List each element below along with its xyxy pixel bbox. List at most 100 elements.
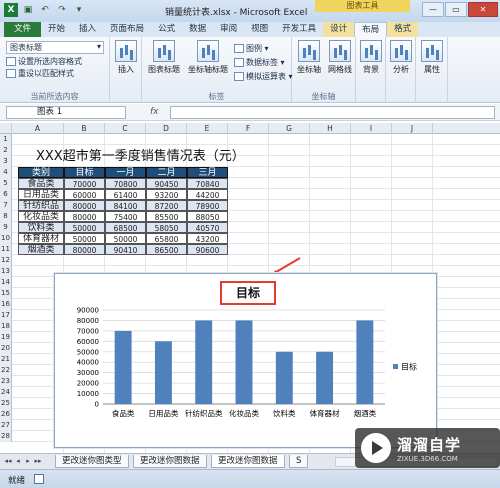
chart-title[interactable]: 目标 [220, 281, 276, 305]
y-tick-label: 50000 [77, 348, 99, 356]
formula-input[interactable] [170, 106, 495, 119]
y-tick-label: 10000 [77, 390, 99, 398]
tab-data[interactable]: 数据 [182, 22, 213, 37]
redo-icon[interactable]: ↷ [55, 3, 69, 17]
axes-group: 坐标轴 网格线 坐标轴 [292, 37, 356, 103]
legend-label: 图例 [246, 44, 262, 53]
chart-bar[interactable] [114, 330, 132, 404]
legend-label[interactable]: 目标 [401, 362, 417, 372]
gridlines-icon [329, 40, 351, 62]
tab-file[interactable]: 文件 [4, 22, 42, 37]
x-category-label: 体育器材 [310, 408, 340, 418]
y-tick-label: 30000 [77, 369, 99, 377]
axis-title-icon [197, 40, 219, 62]
chevron-down-icon: ▾ [96, 42, 101, 51]
group-label-axes: 坐标轴 [311, 92, 336, 101]
formula-bar: 图表 1 fx [0, 104, 500, 121]
bar-chart[interactable]: 0 10000 20000 30000 40000 50000 60000 70000 8000… [54, 273, 437, 448]
format-selection-label: 设置所选内容格式 [18, 57, 82, 66]
reset-style-button[interactable]: 重设以匹配样式 [6, 68, 74, 79]
tab-developer[interactable]: 开发工具 [275, 22, 323, 37]
y-tick-label: 60000 [77, 338, 99, 346]
tab-formulas[interactable]: 公式 [151, 22, 182, 37]
chart-bar[interactable] [316, 351, 334, 404]
restore-button[interactable]: ▭ [445, 2, 467, 17]
chart-bar[interactable] [154, 341, 172, 404]
next-sheet-button[interactable]: ▸ [24, 457, 32, 466]
axes-icon [298, 40, 320, 62]
insert-label: 插入 [118, 65, 134, 74]
data-labels-button[interactable]: 数据标签 ▾ [234, 57, 285, 68]
x-category-label: 化妆品类 [229, 408, 259, 418]
properties-icon [421, 40, 443, 62]
reset-style-label: 重设以匹配样式 [18, 69, 74, 78]
gridlines-button[interactable]: 网格线 [325, 40, 355, 75]
tab-design[interactable]: 设计 [323, 22, 355, 37]
y-tick-label: 40000 [77, 359, 99, 367]
data-table-label: 模拟运算表 [246, 72, 286, 81]
sheet-tab-2[interactable]: 更改迷你图数据 [133, 455, 207, 468]
data-labels-icon [234, 58, 244, 67]
tab-review[interactable]: 审阅 [213, 22, 244, 37]
current-selection-group: 图表标题 ▾ 设置所选内容格式 重设以匹配样式 当前所选内容 [0, 37, 110, 103]
background-group: 背景 [356, 37, 386, 103]
tab-format[interactable]: 格式 [387, 22, 419, 37]
format-selection-button[interactable]: 设置所选内容格式 [6, 56, 82, 67]
macro-record-icon[interactable] [34, 474, 44, 484]
analysis-button[interactable]: 分析 [389, 40, 413, 75]
tab-home[interactable]: 开始 [41, 22, 72, 37]
worksheet-grid[interactable]: ABCDEFGHIJ 1 2 3 4 5 6 7 8 9 10 11 12 13 14 15 16 17 18 19… [0, 123, 500, 453]
close-button[interactable]: ✕ [468, 2, 498, 17]
save-icon[interactable]: ▣ [21, 3, 35, 17]
legend-icon [234, 44, 244, 53]
first-sheet-button[interactable]: ◂◂ [4, 457, 12, 466]
labels-group: 图表标题 坐标轴标题 图例 ▾ 数据标签 ▾ 模拟运算表 ▾ 标签 [142, 37, 293, 103]
chart-bar[interactable] [356, 320, 374, 404]
chart-title-label: 图表标题 [148, 65, 180, 74]
prev-sheet-button[interactable]: ◂ [14, 457, 22, 466]
properties-button[interactable]: 属性 [420, 40, 444, 75]
chart-bar[interactable] [275, 351, 293, 404]
background-button[interactable]: 背景 [359, 40, 383, 75]
tab-layout[interactable]: 布局 [354, 22, 388, 37]
tab-view[interactable]: 视图 [244, 22, 275, 37]
chart-title-button[interactable]: 图表标题 [146, 40, 182, 75]
watermark-text: 溜溜自学 ZIXUE.3D66.COM [397, 434, 461, 463]
play-logo-icon [361, 433, 391, 463]
chart-bar[interactable] [195, 320, 213, 404]
undo-icon[interactable]: ↶ [38, 3, 52, 17]
chart-tools-context-label: 图表工具 [315, 0, 410, 12]
analysis-group: 分析 [386, 37, 416, 103]
chart-bar[interactable] [235, 320, 253, 404]
last-sheet-button[interactable]: ▸▸ [34, 457, 42, 466]
name-box[interactable]: 图表 1 [6, 106, 126, 119]
y-tick-label: 90000 [77, 307, 99, 315]
legend-key[interactable] [393, 364, 398, 369]
window-controls: — ▭ ✕ [422, 2, 498, 17]
status-bar: 就绪 [0, 469, 500, 488]
window-title: 销量统计表.xlsx - Microsoft Excel [165, 8, 308, 18]
format-icon [6, 57, 16, 66]
y-tick-label: 70000 [77, 327, 99, 335]
y-tick-label: 80000 [77, 317, 99, 325]
sheet-tab-1[interactable]: 更改迷你图类型 [55, 455, 129, 468]
data-table-button[interactable]: 模拟运算表 ▾ [234, 71, 293, 82]
fx-icon[interactable]: fx [150, 107, 159, 117]
group-label-selection: 当前所选内容 [30, 92, 79, 101]
axis-title-button[interactable]: 坐标轴标题 [184, 40, 232, 75]
tab-insert[interactable]: 插入 [72, 22, 103, 37]
qat-dropdown-icon[interactable]: ▾ [72, 3, 86, 17]
insert-button[interactable]: 插入 [114, 40, 138, 75]
watermark-url: ZIXUE.3D66.COM [397, 454, 458, 463]
chart-elements-value: 图表标题 [10, 43, 42, 52]
chart-elements-dropdown[interactable]: 图表标题 ▾ [6, 41, 104, 54]
title-bar: X ▣ ↶ ↷ ▾ 销量统计表.xlsx - Microsoft Excel 图… [0, 0, 500, 22]
x-category-label: 日用品类 [148, 408, 178, 418]
axes-button[interactable]: 坐标轴 [294, 40, 324, 75]
tab-page-layout[interactable]: 页面布局 [103, 22, 151, 37]
legend-button[interactable]: 图例 ▾ [234, 43, 269, 54]
minimize-button[interactable]: — [422, 2, 444, 17]
analysis-label: 分析 [393, 65, 409, 74]
sheet-tab-4[interactable]: S [289, 455, 309, 468]
sheet-tab-3[interactable]: 更改迷你图数据 [211, 455, 285, 468]
